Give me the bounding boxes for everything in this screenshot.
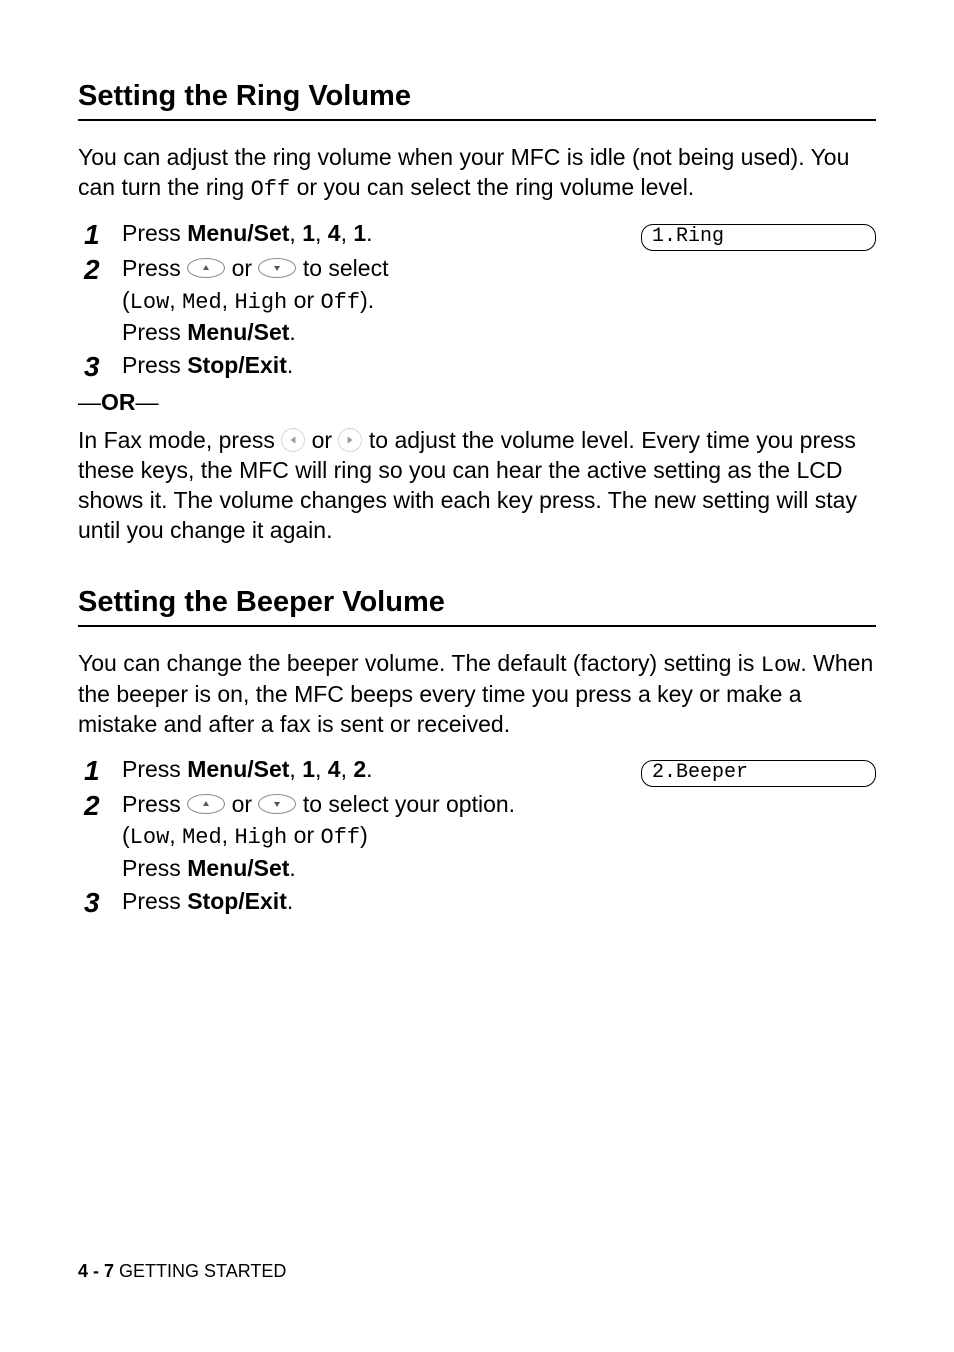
text: or	[287, 287, 320, 313]
step-body: Press or to select your option. (Low, Me…	[122, 789, 876, 884]
text: In Fax mode, press	[78, 427, 281, 453]
intro-text: You can change the beeper volume. The de…	[78, 650, 761, 676]
text: )	[360, 822, 368, 848]
step-number: 2	[84, 253, 122, 286]
code-off: Off	[321, 825, 361, 850]
step-2: 2 Press or to select your option. (Low, …	[84, 789, 876, 884]
code-med: Med	[182, 290, 222, 315]
menuset-label: Menu/Set	[187, 319, 289, 345]
text: ,	[341, 220, 354, 246]
key-1b: 1	[353, 220, 366, 246]
text: to select your option.	[303, 791, 515, 817]
or-label: OR	[101, 389, 136, 415]
step-number: 1	[84, 218, 122, 251]
code-high: High	[234, 825, 287, 850]
key-4: 4	[328, 756, 341, 782]
code-off: Off	[251, 177, 291, 202]
intro-ring: You can adjust the ring volume when your…	[78, 143, 876, 204]
text: or	[312, 427, 339, 453]
text: Press	[122, 855, 187, 881]
stopexit-label: Stop/Exit	[187, 888, 287, 914]
key-2: 2	[353, 756, 366, 782]
menuset-label: Menu/Set	[187, 855, 289, 881]
text: ).	[360, 287, 374, 313]
steps-ring: 1 Press Menu/Set, 1, 4, 1. 1.Ring 2 Pres…	[78, 218, 876, 383]
text: Press	[122, 255, 187, 281]
step-3: 3 Press Stop/Exit.	[84, 350, 876, 383]
text: .	[287, 352, 293, 378]
text: .	[289, 319, 295, 345]
or-divider: —OR—	[78, 389, 876, 416]
step-1: 1 Press Menu/Set, 1, 4, 1. 1.Ring	[84, 218, 876, 251]
step-number: 3	[84, 350, 122, 383]
code-low: Low	[761, 653, 801, 678]
fax-mode-note: In Fax mode, press or to adjust the volu…	[78, 426, 876, 546]
stopexit-label: Stop/Exit	[187, 352, 287, 378]
steps-beeper: 1 Press Menu/Set, 1, 4, 2. 2.Beeper 2 Pr…	[78, 754, 876, 919]
lcd-wrapper: 2.Beeper	[601, 754, 876, 787]
text: or	[232, 255, 259, 281]
code-off: Off	[321, 290, 361, 315]
text: .	[289, 855, 295, 881]
code-low: Low	[130, 825, 170, 850]
step-body: Press Menu/Set, 1, 4, 2.	[122, 754, 601, 785]
text: ,	[341, 756, 354, 782]
text: or	[287, 822, 320, 848]
text: .	[287, 888, 293, 914]
key-1: 1	[302, 220, 315, 246]
step-number: 1	[84, 754, 122, 787]
text: Press	[122, 352, 187, 378]
page-footer: 4 - 7 GETTING STARTED	[78, 1261, 286, 1282]
intro-beeper: You can change the beeper volume. The de…	[78, 649, 876, 740]
menuset-label: Menu/Set	[187, 220, 289, 246]
right-arrow-icon	[338, 428, 362, 452]
text: ,	[169, 287, 182, 313]
page-number: 4 - 7	[78, 1261, 114, 1281]
step-number: 3	[84, 886, 122, 919]
text: ,	[289, 220, 302, 246]
text: Press	[122, 791, 187, 817]
step-2: 2 Press or to select (Low, Med, High or …	[84, 253, 876, 348]
left-arrow-icon	[281, 428, 305, 452]
lcd-display: 1.Ring	[641, 224, 876, 251]
text: Press	[122, 756, 187, 782]
lcd-display: 2.Beeper	[641, 760, 876, 787]
heading-ring-volume: Setting the Ring Volume	[78, 80, 876, 121]
down-arrow-icon	[258, 794, 296, 814]
step-number: 2	[84, 789, 122, 822]
step-body: Press or to select (Low, Med, High or Of…	[122, 253, 876, 348]
step-body: Press Stop/Exit.	[122, 886, 876, 917]
text: (	[122, 822, 130, 848]
text: ,	[222, 822, 235, 848]
text: (	[122, 287, 130, 313]
step-3: 3 Press Stop/Exit.	[84, 886, 876, 919]
code-low: Low	[130, 290, 170, 315]
text: ,	[315, 756, 328, 782]
text: ,	[289, 756, 302, 782]
heading-beeper-volume: Setting the Beeper Volume	[78, 586, 876, 627]
step-body: Press Menu/Set, 1, 4, 1.	[122, 218, 601, 249]
text: or	[232, 791, 259, 817]
text: Press	[122, 220, 187, 246]
up-arrow-icon	[187, 794, 225, 814]
footer-label: GETTING STARTED	[114, 1261, 286, 1281]
text: to select	[303, 255, 389, 281]
text: ,	[315, 220, 328, 246]
text: Press	[122, 319, 187, 345]
intro-text-suffix: or you can select the ring volume level.	[290, 174, 694, 200]
step-body: Press Stop/Exit.	[122, 350, 876, 381]
lcd-wrapper: 1.Ring	[601, 218, 876, 251]
text: .	[366, 220, 372, 246]
key-1: 1	[302, 756, 315, 782]
down-arrow-icon	[258, 258, 296, 278]
menuset-label: Menu/Set	[187, 756, 289, 782]
text: Press	[122, 888, 187, 914]
step-1: 1 Press Menu/Set, 1, 4, 2. 2.Beeper	[84, 754, 876, 787]
code-med: Med	[182, 825, 222, 850]
code-high: High	[234, 290, 287, 315]
up-arrow-icon	[187, 258, 225, 278]
key-4: 4	[328, 220, 341, 246]
text: ,	[169, 822, 182, 848]
text: ,	[222, 287, 235, 313]
